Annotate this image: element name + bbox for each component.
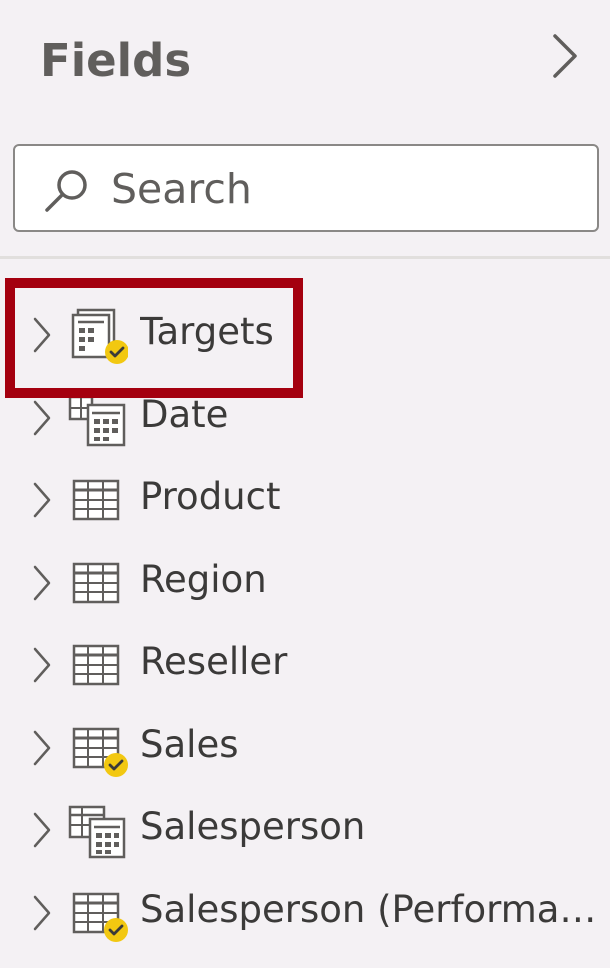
calculated-table-icon <box>68 805 126 859</box>
field-item-salesperson[interactable]: Salesperson <box>0 789 610 872</box>
field-label: Reseller <box>140 640 288 683</box>
field-label: Date <box>140 392 229 436</box>
field-list: Targets Date Product Region Reseller Sal… <box>0 294 610 954</box>
chevron-right-icon[interactable] <box>545 30 585 82</box>
expand-chevron-icon[interactable] <box>30 560 54 606</box>
expand-chevron-icon[interactable] <box>30 477 54 523</box>
fields-pane-title: Fields <box>40 34 192 87</box>
field-item-salesperson-performance[interactable]: Salesperson (Performan… <box>0 872 610 955</box>
search-box[interactable] <box>13 144 599 232</box>
divider <box>0 256 610 259</box>
field-label: Sales <box>140 722 239 766</box>
expand-chevron-icon[interactable] <box>30 725 54 771</box>
table-icon <box>72 479 120 521</box>
field-label: Targets <box>140 310 274 353</box>
field-label: Product <box>140 475 281 518</box>
field-item-product[interactable]: Product <box>0 459 610 542</box>
table-icon <box>72 562 120 603</box>
search-icon <box>45 170 87 212</box>
table-icon <box>72 892 128 942</box>
field-label: Salesperson (Performan… <box>140 887 602 931</box>
field-item-targets[interactable]: Targets <box>0 294 610 377</box>
calculation-table-icon <box>71 308 128 364</box>
expand-chevron-icon[interactable] <box>30 642 54 688</box>
table-icon <box>72 727 128 777</box>
field-item-sales[interactable]: Sales <box>0 707 610 790</box>
field-item-region[interactable]: Region <box>0 542 610 625</box>
date-calculated-table-icon <box>68 395 126 446</box>
field-item-date[interactable]: Date <box>0 377 610 460</box>
field-label: Salesperson <box>140 805 366 848</box>
field-label: Region <box>140 557 267 601</box>
field-item-reseller[interactable]: Reseller <box>0 624 610 707</box>
search-input[interactable] <box>111 158 581 220</box>
expand-chevron-icon[interactable] <box>30 807 54 853</box>
expand-chevron-icon[interactable] <box>30 312 54 358</box>
expand-chevron-icon[interactable] <box>30 395 54 441</box>
expand-chevron-icon[interactable] <box>30 890 54 936</box>
table-icon <box>72 644 120 686</box>
